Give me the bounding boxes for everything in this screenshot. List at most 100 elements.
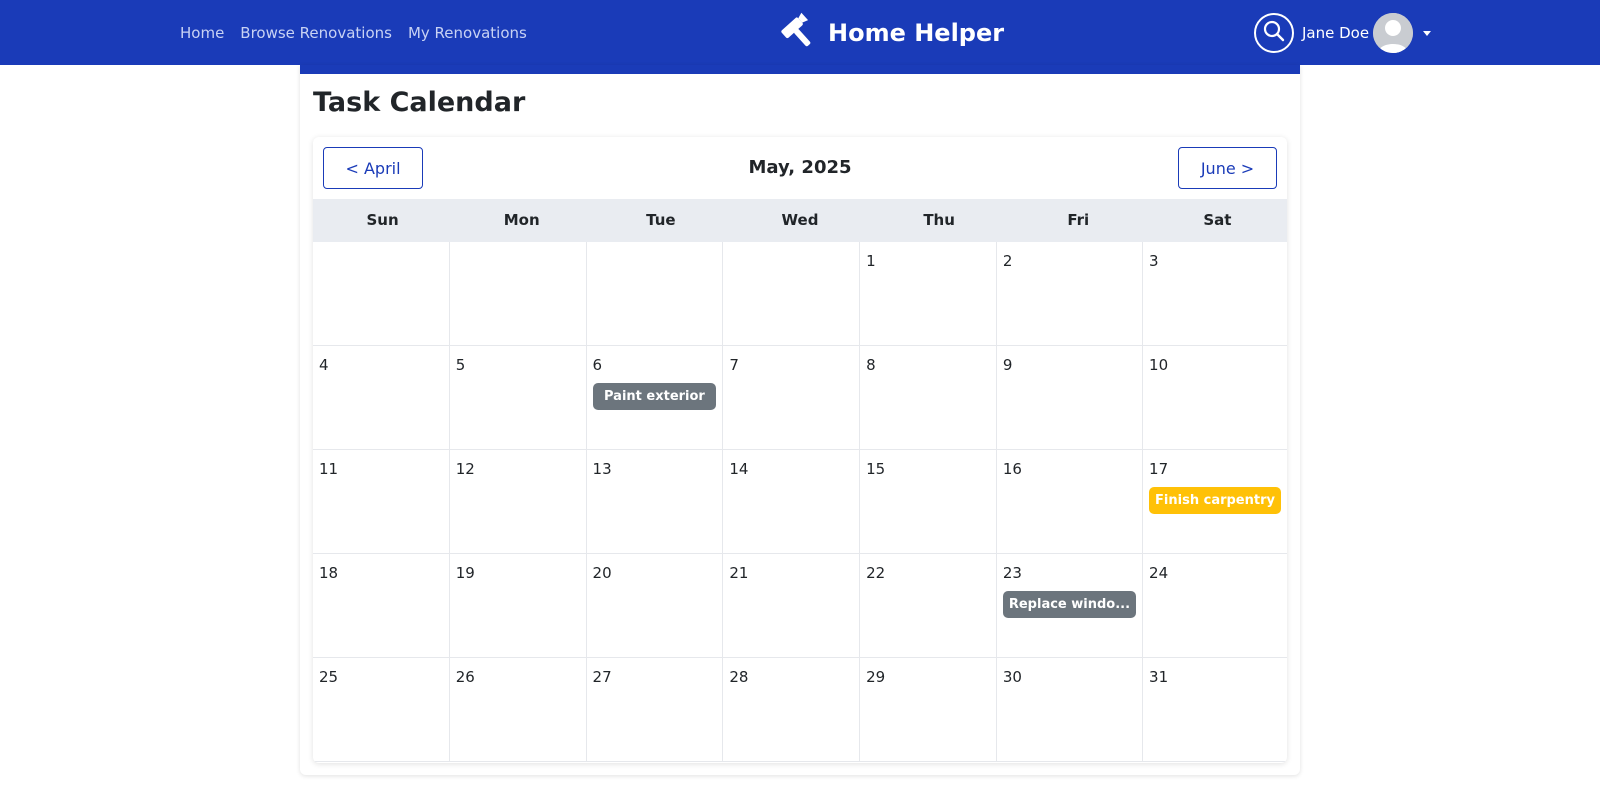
calendar-day-cell[interactable]: 18 xyxy=(313,554,450,658)
calendar-day-cell[interactable]: 3 xyxy=(1143,242,1287,346)
task-event[interactable]: Finish carpentry xyxy=(1149,487,1281,514)
day-number: 26 xyxy=(455,668,475,686)
calendar-grid: 1 2 3 4 5 6 Paint exterior 7 8 9 10 11 12 13 14 15 16 17 F… xyxy=(313,242,1287,762)
day-number: 29 xyxy=(866,668,886,686)
calendar-day-cell[interactable]: 19 xyxy=(449,554,587,658)
calendar-day-cell[interactable]: 29 xyxy=(860,658,997,762)
top-navbar: Home Browse Renovations My Renovations H… xyxy=(0,0,1600,65)
calendar-day-cell[interactable] xyxy=(723,242,861,346)
calendar-header: May, 2025 < April June > xyxy=(313,137,1287,199)
day-number: 6 xyxy=(592,356,603,374)
calendar-day-cell[interactable]: 10 xyxy=(1143,346,1287,450)
next-month-button[interactable]: June > xyxy=(1178,147,1277,189)
calendar-day-cell[interactable]: 28 xyxy=(723,658,861,762)
day-number: 10 xyxy=(1149,356,1169,374)
day-number: 9 xyxy=(1002,356,1013,374)
calendar-day-cell[interactable]: 8 xyxy=(860,346,997,450)
user-avatar-icon[interactable] xyxy=(1373,13,1414,53)
day-number: 14 xyxy=(729,460,749,478)
day-number: 30 xyxy=(1002,668,1022,686)
calendar-day-cell[interactable]: 2 xyxy=(996,242,1144,346)
calendar-day-cell[interactable]: 6 Paint exterior xyxy=(586,346,724,450)
calendar-day-cell[interactable]: 31 xyxy=(1143,658,1287,762)
calendar: May, 2025 < April June > Sun Mon Tue Wed… xyxy=(313,137,1287,763)
weekday-sun: Sun xyxy=(366,211,399,229)
day-number xyxy=(319,252,443,270)
calendar-day-cell[interactable]: 23 Replace windo... xyxy=(996,554,1144,658)
day-number xyxy=(593,252,717,270)
weekday-header-row: Sun Mon Tue Wed Thu Fri Sat xyxy=(313,199,1287,242)
day-number: 19 xyxy=(455,564,475,582)
day-number: 12 xyxy=(455,460,475,478)
day-number: 18 xyxy=(319,564,339,582)
weekday-wed: Wed xyxy=(781,211,819,229)
search-icon xyxy=(1263,20,1285,46)
user-name[interactable]: Jane Doe xyxy=(1302,24,1369,42)
day-number: 7 xyxy=(729,356,739,374)
calendar-day-cell[interactable]: 24 xyxy=(1143,554,1287,658)
day-number xyxy=(729,252,853,270)
calendar-day-cell[interactable]: 27 xyxy=(586,658,724,762)
day-number xyxy=(456,252,580,270)
calendar-day-cell[interactable]: 9 xyxy=(996,346,1144,450)
page-card-top-bar xyxy=(300,65,1300,74)
calendar-day-cell[interactable]: 4 xyxy=(313,346,450,450)
calendar-day-cell[interactable] xyxy=(449,242,587,346)
day-number: 1 xyxy=(866,252,876,270)
calendar-day-cell[interactable]: 5 xyxy=(449,346,587,450)
day-number: 13 xyxy=(592,460,612,478)
day-number: 3 xyxy=(1149,252,1159,270)
nav-link-browse-renovations[interactable]: Browse Renovations xyxy=(240,24,392,42)
calendar-day-cell[interactable]: 25 xyxy=(313,658,450,762)
day-number: 17 xyxy=(1149,460,1169,478)
calendar-day-cell[interactable]: 12 xyxy=(449,450,587,554)
nav-links: Home Browse Renovations My Renovations xyxy=(180,0,527,65)
task-event[interactable]: Paint exterior xyxy=(592,383,717,410)
calendar-day-cell[interactable]: 17 Finish carpentry xyxy=(1143,450,1287,554)
calendar-day-cell[interactable]: 30 xyxy=(996,658,1144,762)
calendar-day-cell[interactable]: 11 xyxy=(313,450,450,554)
task-event[interactable]: Replace windo... xyxy=(1002,591,1137,618)
month-title: May, 2025 xyxy=(748,157,852,178)
day-number: 25 xyxy=(319,668,339,686)
calendar-day-cell[interactable] xyxy=(586,242,724,346)
calendar-day-cell[interactable]: 7 xyxy=(723,346,861,450)
day-number: 11 xyxy=(319,460,339,478)
weekday-mon: Mon xyxy=(503,211,540,229)
calendar-day-cell[interactable]: 15 xyxy=(860,450,997,554)
calendar-day-cell[interactable]: 1 xyxy=(860,242,997,346)
calendar-day-cell[interactable] xyxy=(313,242,450,346)
weekday-fri: Fri xyxy=(1067,211,1090,229)
brand-logo[interactable]: Home Helper xyxy=(780,12,1004,54)
calendar-day-cell[interactable]: 22 xyxy=(860,554,997,658)
weekday-thu: Thu xyxy=(923,211,955,229)
day-number: 5 xyxy=(455,356,466,374)
day-number: 2 xyxy=(1002,252,1013,270)
day-number: 22 xyxy=(866,564,886,582)
calendar-day-cell[interactable]: 16 xyxy=(996,450,1144,554)
day-number: 27 xyxy=(592,668,612,686)
day-number: 15 xyxy=(866,460,886,478)
calendar-day-cell[interactable]: 21 xyxy=(723,554,861,658)
caret-down-icon[interactable] xyxy=(1423,30,1432,36)
brand-name: Home Helper xyxy=(828,19,1005,47)
hammer-icon xyxy=(780,12,818,54)
day-number: 4 xyxy=(319,356,329,374)
weekday-tue: Tue xyxy=(646,211,676,229)
calendar-day-cell[interactable]: 13 xyxy=(586,450,724,554)
calendar-day-cell[interactable]: 26 xyxy=(449,658,587,762)
page-title: Task Calendar xyxy=(313,87,526,118)
day-number: 31 xyxy=(1149,668,1169,686)
day-number: 24 xyxy=(1149,564,1169,582)
calendar-day-cell[interactable]: 14 xyxy=(723,450,861,554)
nav-link-my-renovations[interactable]: My Renovations xyxy=(408,24,527,42)
search-button[interactable] xyxy=(1254,13,1294,53)
calendar-day-cell[interactable]: 20 xyxy=(586,554,724,658)
day-number: 21 xyxy=(729,564,749,582)
user-menu: Jane Doe xyxy=(1254,13,1432,53)
day-number: 16 xyxy=(1002,460,1022,478)
previous-month-button[interactable]: < April xyxy=(323,147,423,189)
nav-link-home[interactable]: Home xyxy=(180,24,224,42)
weekday-sat: Sat xyxy=(1203,211,1232,229)
day-number: 23 xyxy=(1002,564,1022,582)
